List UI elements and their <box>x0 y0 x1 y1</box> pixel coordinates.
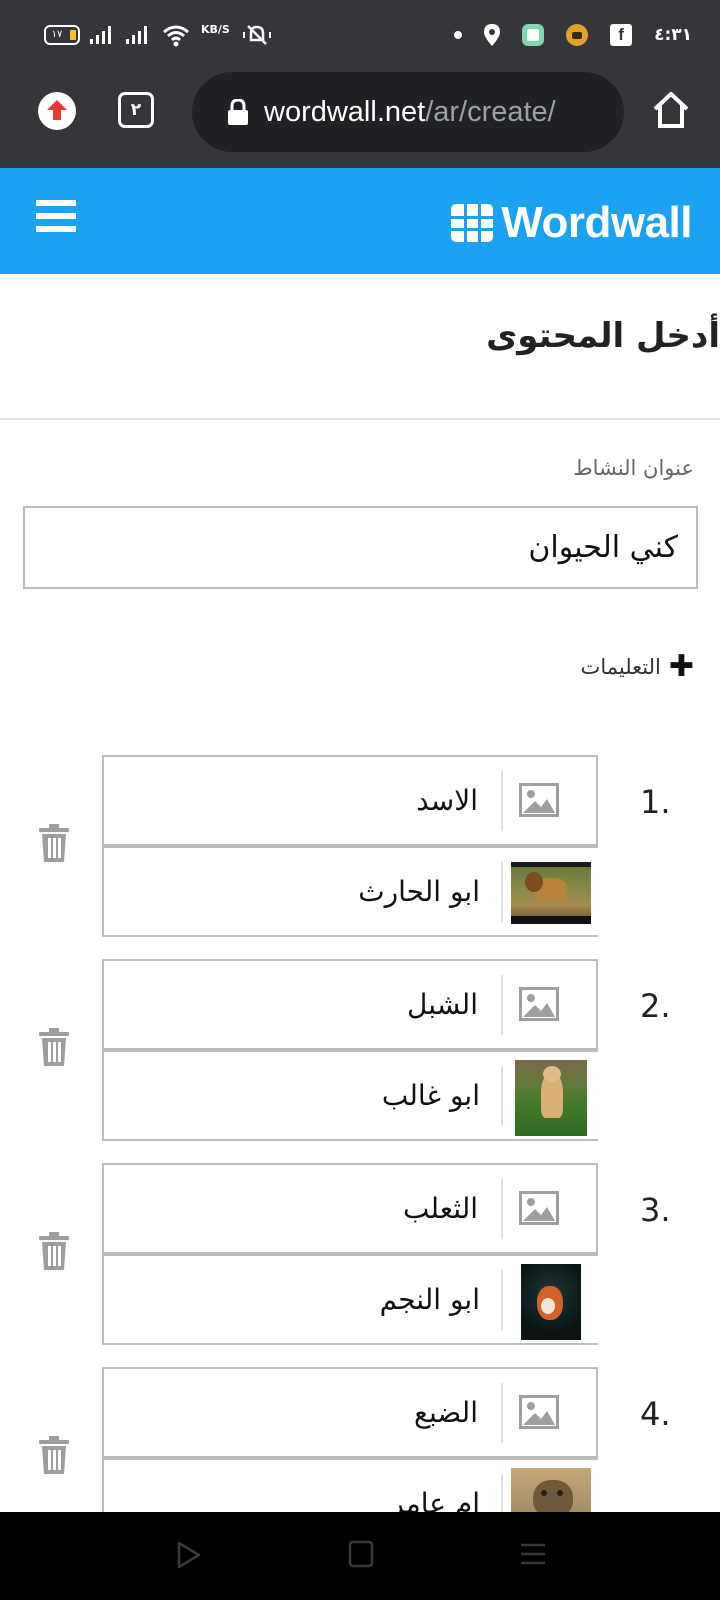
status-bar: ١٧ KB/S f ٤:٣١ <box>0 0 720 70</box>
upload-icon[interactable] <box>38 92 76 130</box>
signal-icon <box>126 20 147 50</box>
word-text: الثعلب <box>402 1192 478 1225</box>
item-number: 4. <box>640 1395 671 1433</box>
divider <box>501 1066 503 1126</box>
network-speed-unit: KB/S <box>201 23 230 36</box>
trash-icon[interactable] <box>38 1231 70 1271</box>
recents-icon[interactable] <box>520 1540 546 1568</box>
item-number: 2. <box>640 987 671 1025</box>
nickname-field[interactable]: ابو الحارث <box>102 846 598 937</box>
lion-image[interactable] <box>511 862 591 924</box>
divider <box>501 771 503 831</box>
word-text: الضبع <box>414 1396 478 1429</box>
address-bar[interactable]: wordwall.net/ar/create/ <box>192 72 624 152</box>
home-nav-icon[interactable] <box>348 1540 374 1568</box>
battery-level: ١٧ <box>51 28 63 40</box>
back-icon[interactable] <box>176 1540 202 1570</box>
divider <box>501 862 503 922</box>
image-placeholder-icon[interactable] <box>519 1191 559 1225</box>
list-item: 1. الاسد ابو الحارث <box>0 755 720 937</box>
nickname-text: ابو غالب <box>381 1079 480 1112</box>
item-number: 1. <box>640 783 671 821</box>
app-icon <box>522 24 545 46</box>
image-placeholder-icon[interactable] <box>519 1395 559 1429</box>
plus-icon: ✚ <box>668 649 694 684</box>
mute-icon <box>242 20 272 50</box>
cub-image[interactable] <box>515 1060 587 1136</box>
word-field[interactable]: الشبل <box>102 959 598 1050</box>
signal-icon <box>90 20 111 50</box>
nickname-field[interactable]: ابو غالب <box>102 1050 598 1141</box>
lock-icon <box>228 99 248 125</box>
tabs-button[interactable]: ٢ <box>118 92 154 128</box>
image-placeholder-icon[interactable] <box>519 987 559 1021</box>
system-nav-bar <box>0 1512 720 1600</box>
home-icon[interactable] <box>651 90 691 130</box>
list-item: 2. الشبل ابو غالب <box>0 959 720 1141</box>
activity-title-input[interactable] <box>23 506 698 589</box>
divider <box>501 1270 503 1330</box>
trash-icon[interactable] <box>38 1435 70 1475</box>
tab-count: ٢ <box>130 100 142 120</box>
image-placeholder-icon[interactable] <box>519 783 559 817</box>
dot-icon <box>454 31 463 39</box>
brand-logo[interactable]: Wordwall <box>451 198 692 248</box>
divider <box>501 1179 503 1239</box>
location-icon <box>484 24 501 46</box>
battery-icon: ١٧ <box>44 20 80 50</box>
word-text: الشبل <box>407 988 478 1021</box>
status-right-group: f ٤:٣١ <box>454 20 692 50</box>
browser-toolbar: ٢ wordwall.net/ar/create/ <box>0 70 720 168</box>
brand-name: Wordwall <box>501 198 692 247</box>
menu-icon[interactable] <box>36 200 76 240</box>
add-instructions-button[interactable]: ✚ التعليمات <box>581 652 694 682</box>
page-title: أدخل المحتوى <box>486 316 720 356</box>
url-domain: wordwall.net <box>264 95 426 128</box>
divider <box>501 1383 503 1443</box>
url-text: wordwall.net/ar/create/ <box>264 96 556 129</box>
activity-title-label: عنوان النشاط <box>573 456 694 480</box>
wordwall-logo-icon <box>451 204 494 242</box>
list-item: 3. الثعلب ابو النجم <box>0 1163 720 1345</box>
divider <box>501 975 503 1035</box>
word-text: الاسد <box>416 784 478 817</box>
word-field[interactable]: الاسد <box>102 755 598 846</box>
word-field[interactable]: الضبع <box>102 1367 598 1458</box>
network-speed: KB/S <box>201 24 230 54</box>
divider <box>0 418 720 420</box>
instructions-label: التعليمات <box>580 655 661 679</box>
wifi-icon <box>162 20 190 50</box>
item-number: 3. <box>640 1191 671 1229</box>
nickname-text: ابو الحارث <box>358 875 480 908</box>
clock: ٤:٣١ <box>654 25 692 45</box>
facebook-icon: f <box>610 24 633 46</box>
site-header: Wordwall <box>0 168 720 274</box>
trash-icon[interactable] <box>38 1027 70 1067</box>
app-icon <box>566 24 589 46</box>
nickname-field[interactable]: ابو النجم <box>102 1254 598 1345</box>
fox-image[interactable] <box>521 1264 581 1340</box>
nickname-text: ابو النجم <box>379 1283 480 1316</box>
url-path: /ar/create/ <box>425 95 556 128</box>
word-field[interactable]: الثعلب <box>102 1163 598 1254</box>
trash-icon[interactable] <box>38 823 70 863</box>
